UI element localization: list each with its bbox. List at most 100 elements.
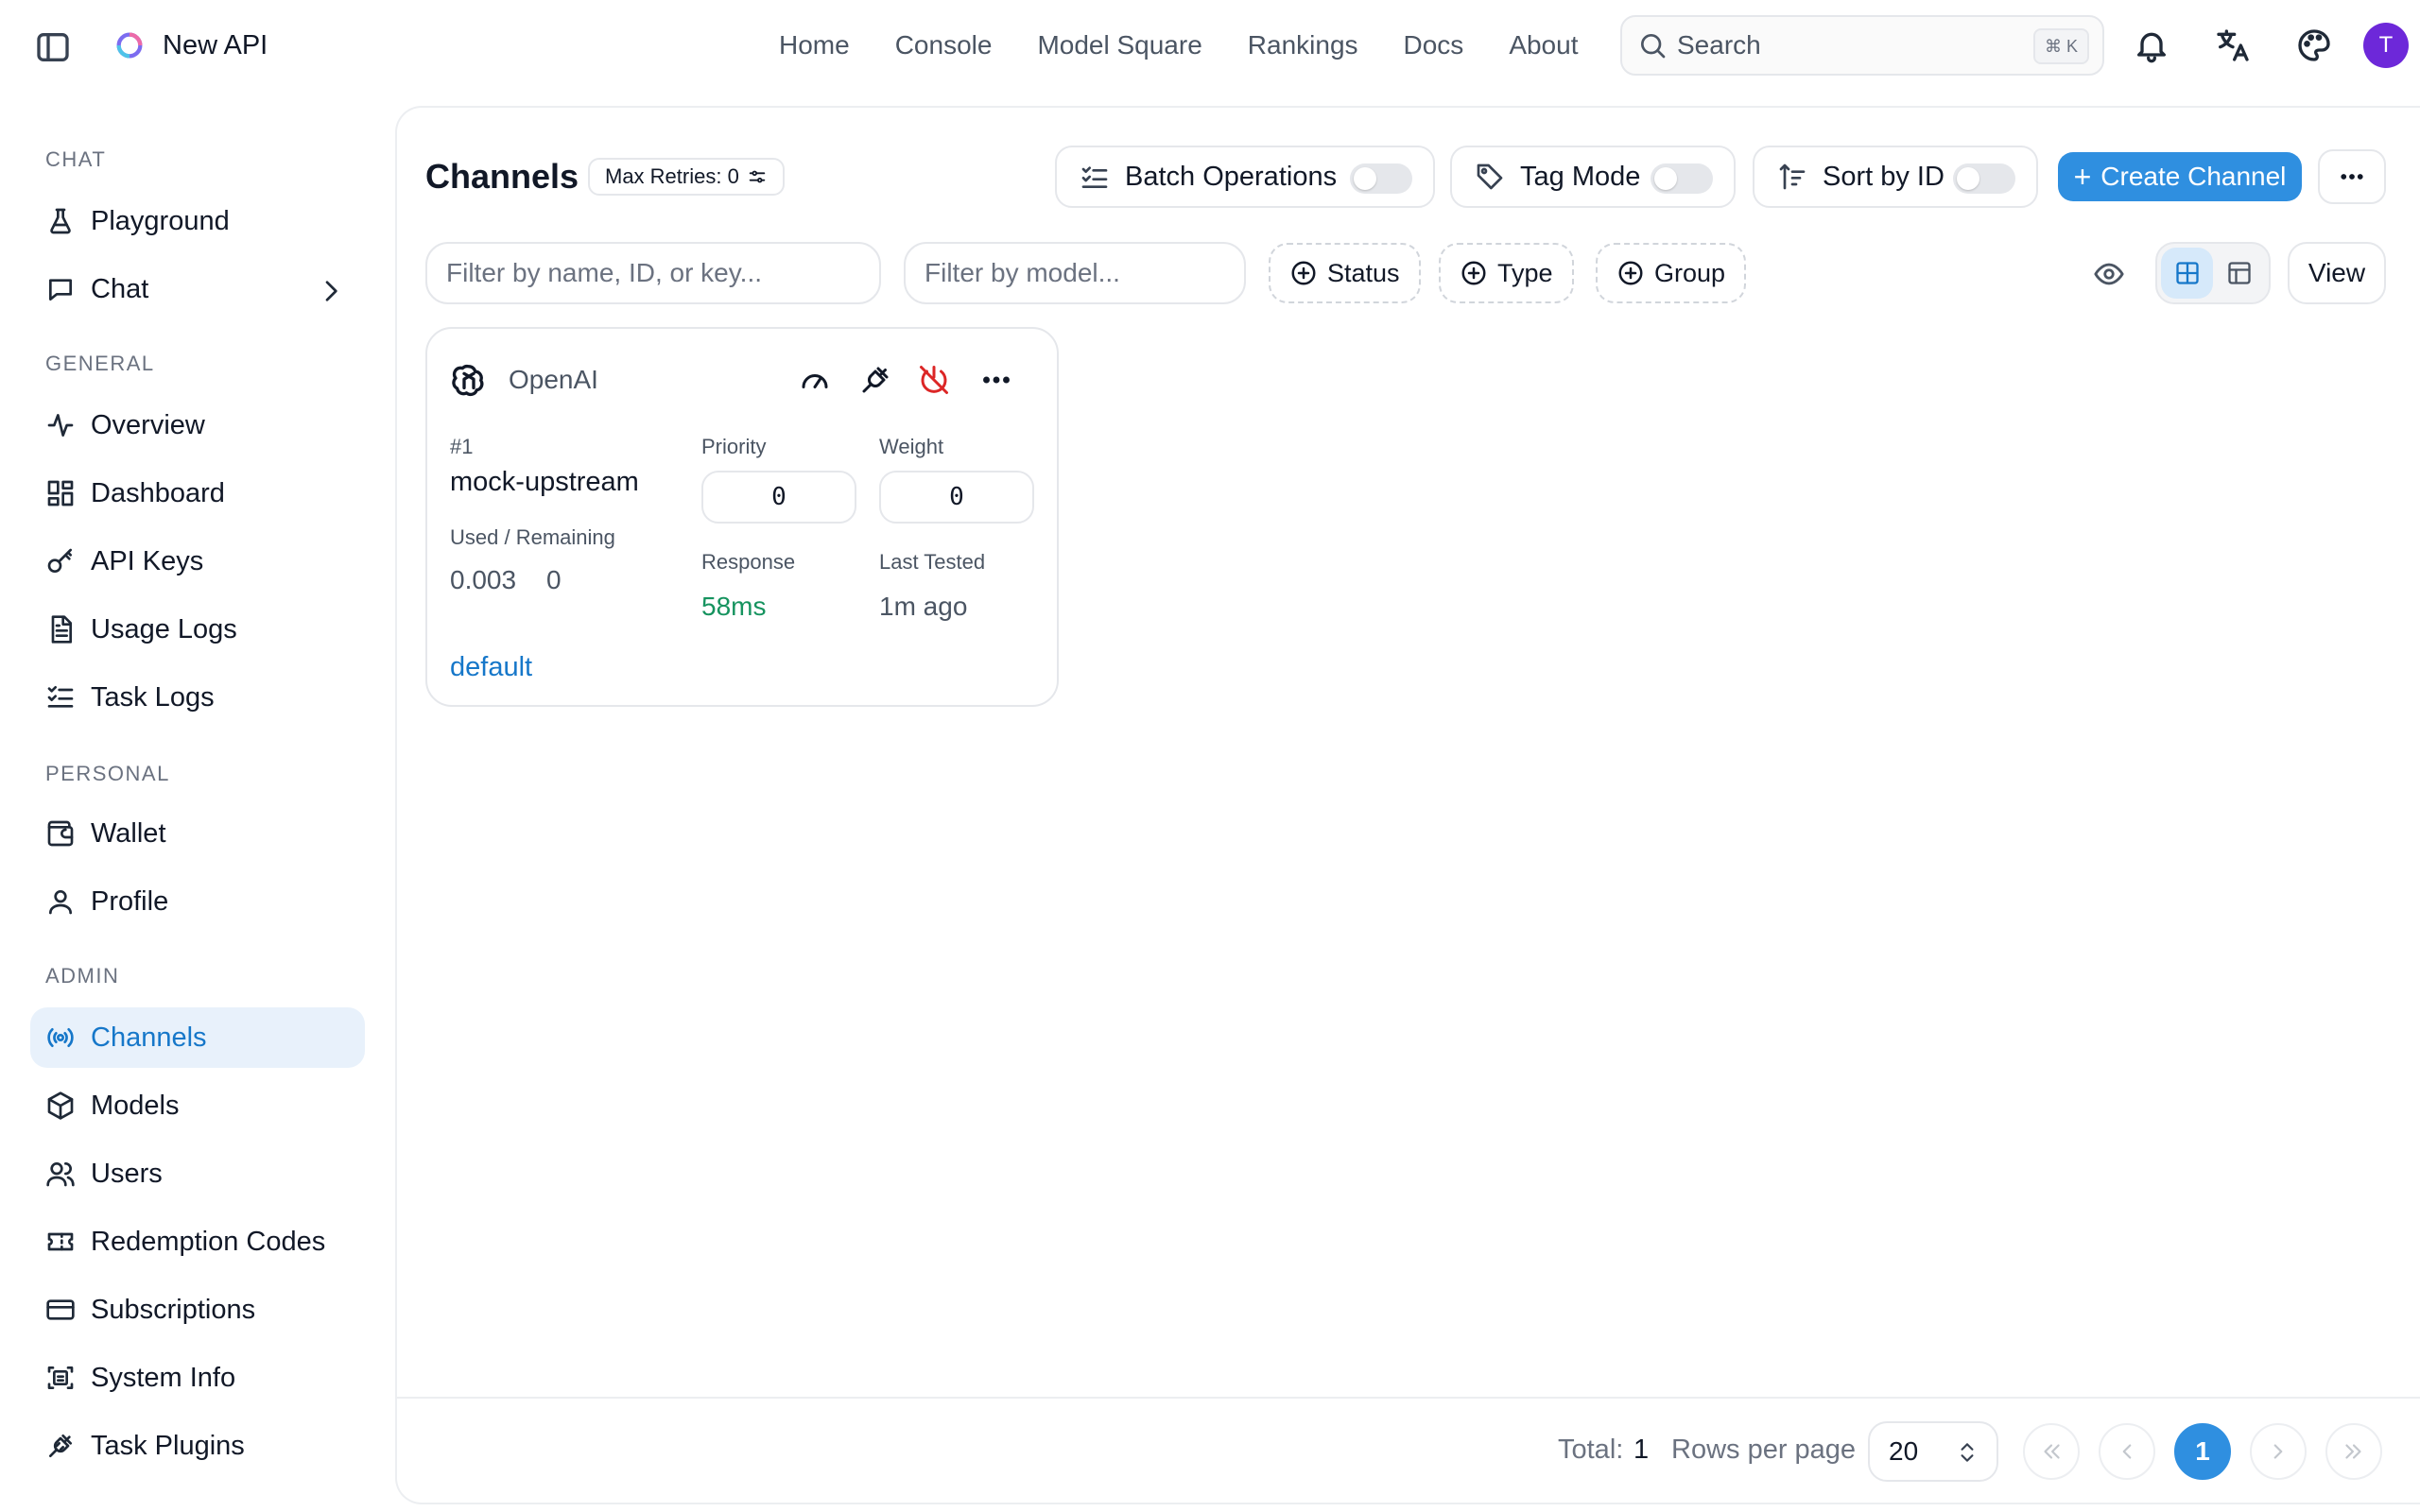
table-view-button[interactable]: [2213, 248, 2265, 299]
total-label: Total:: [1558, 1435, 1624, 1465]
search-box[interactable]: Search ⌘ K: [1620, 15, 2104, 76]
sidebar: CHAT Playground Chat GENERAL Overview Da…: [0, 91, 378, 1512]
sidebar-label-subscriptions: Subscriptions: [91, 1294, 256, 1325]
create-channel-button[interactable]: + Create Channel: [2058, 152, 2302, 201]
sidebar-item-models[interactable]: Models: [30, 1075, 365, 1136]
filter-model-input[interactable]: [904, 242, 1246, 304]
sidebar-label-channels: Channels: [91, 1022, 207, 1053]
max-retries-badge[interactable]: Max Retries: 0: [588, 158, 785, 196]
sidebar-item-users[interactable]: Users: [30, 1143, 365, 1204]
brand[interactable]: New API: [113, 26, 268, 64]
language-icon[interactable]: [2214, 26, 2252, 64]
search-shortcut: ⌘ K: [2032, 28, 2089, 64]
sidebar-item-task-logs[interactable]: Task Logs: [30, 667, 365, 728]
previous-page-button[interactable]: [2099, 1423, 2155, 1480]
priority-label: Priority: [701, 435, 767, 458]
footer-divider: [395, 1397, 2420, 1399]
sidebar-label-users: Users: [91, 1158, 163, 1189]
bell-icon[interactable]: [2133, 26, 2170, 64]
nav-rankings[interactable]: Rankings: [1248, 30, 1358, 60]
status-filter-label: Status: [1327, 258, 1400, 287]
sidebar-label-redemption-codes: Redemption Codes: [91, 1226, 326, 1257]
palette-icon[interactable]: [2295, 26, 2333, 64]
first-page-button[interactable]: [2023, 1423, 2080, 1480]
sidebar-toggle-icon[interactable]: [34, 28, 72, 66]
more-options-button[interactable]: [2318, 149, 2386, 204]
view-button[interactable]: View: [2288, 242, 2386, 304]
sidebar-item-overview[interactable]: Overview: [30, 395, 365, 455]
nav-docs[interactable]: Docs: [1404, 30, 1464, 60]
sidebar-item-redemption-codes[interactable]: Redemption Codes: [30, 1211, 365, 1272]
sidebar-item-channels[interactable]: Channels: [30, 1007, 365, 1068]
tag-icon: [1477, 163, 1503, 190]
channel-group-link[interactable]: default: [450, 652, 532, 683]
nav-model-square[interactable]: Model Square: [1037, 30, 1201, 60]
key-icon: [47, 548, 72, 573]
speed-test-icon[interactable]: [798, 363, 832, 397]
sidebar-label-models: Models: [91, 1090, 180, 1121]
eye-icon[interactable]: [2093, 258, 2125, 290]
chevron-right-icon[interactable]: [316, 276, 346, 306]
sort-by-id-label: Sort by ID: [1823, 161, 1945, 192]
avatar[interactable]: T: [2363, 23, 2409, 68]
tag-mode-option: Tag Mode: [1450, 146, 1736, 208]
tag-mode-label: Tag Mode: [1520, 161, 1641, 192]
sidebar-item-profile[interactable]: Profile: [30, 871, 365, 932]
chevrons-up-down-icon: [1961, 1443, 1974, 1462]
table-icon: [2227, 262, 2251, 284]
sidebar-item-wallet[interactable]: Wallet: [30, 803, 365, 864]
sidebar-item-api-keys[interactable]: API Keys: [30, 531, 365, 592]
plus-circle-icon: [1461, 261, 1486, 285]
sidebar-item-dashboard[interactable]: Dashboard: [30, 463, 365, 524]
status-filter-button[interactable]: Status: [1269, 243, 1421, 303]
sidebar-label-usage-logs: Usage Logs: [91, 613, 237, 644]
users-icon: [46, 1162, 75, 1187]
channel-card[interactable]: OpenAI #1 mock-upstream Used / Remaining…: [425, 327, 1059, 707]
page-button-current[interactable]: 1: [2174, 1423, 2231, 1480]
sidebar-label-overview: Overview: [91, 409, 205, 440]
group-filter-button[interactable]: Group: [1596, 243, 1747, 303]
type-filter-button[interactable]: Type: [1439, 243, 1574, 303]
sidebar-item-subscriptions[interactable]: Subscriptions: [30, 1280, 365, 1340]
sort-by-id-option: Sort by ID: [1753, 146, 2038, 208]
search-label: Search: [1677, 30, 1761, 60]
dashboard-icon: [47, 480, 74, 507]
user-icon: [49, 890, 72, 915]
remaining-value: 0: [546, 565, 562, 594]
sort-by-id-switch[interactable]: [1953, 163, 2015, 194]
grid-view-button[interactable]: [2161, 248, 2213, 299]
filter-name-input[interactable]: [425, 242, 881, 304]
power-off-icon[interactable]: [917, 363, 951, 397]
sidebar-label-task-logs: Task Logs: [91, 681, 215, 713]
batch-operations-switch[interactable]: [1350, 163, 1412, 194]
sidebar-label-system-info: System Info: [91, 1362, 236, 1393]
nav-console[interactable]: Console: [895, 30, 993, 60]
file-text-icon: [51, 615, 72, 644]
sidebar-item-chat[interactable]: Chat: [30, 259, 365, 319]
sidebar-label-task-plugins: Task Plugins: [91, 1430, 245, 1461]
sidebar-item-system-info[interactable]: System Info: [30, 1348, 365, 1408]
activity-icon: [47, 414, 74, 437]
top-nav: Home Console Model Square Rankings Docs …: [779, 25, 1623, 66]
more-horizontal-icon[interactable]: [979, 363, 1013, 397]
next-page-button[interactable]: [2250, 1423, 2307, 1480]
server-info-icon: [47, 1366, 74, 1389]
tag-mode-switch[interactable]: [1651, 163, 1713, 194]
weight-input[interactable]: [879, 471, 1034, 524]
sidebar-label-playground: Playground: [91, 205, 230, 236]
app-name: New API: [163, 29, 268, 60]
sidebar-item-task-plugins[interactable]: Task Plugins: [30, 1416, 365, 1476]
nav-about[interactable]: About: [1509, 30, 1578, 60]
plug-icon[interactable]: [858, 363, 892, 397]
plus-circle-icon: [1618, 261, 1643, 285]
sidebar-item-playground[interactable]: Playground: [30, 191, 365, 251]
nav-home[interactable]: Home: [779, 30, 850, 60]
rows-per-page-select[interactable]: 20: [1868, 1421, 1998, 1482]
priority-input[interactable]: [701, 471, 856, 524]
sidebar-item-usage-logs[interactable]: Usage Logs: [30, 599, 365, 660]
sidebar-label-api-keys: API Keys: [91, 545, 204, 576]
rows-per-page-label: Rows per page: [1671, 1435, 1857, 1465]
last-page-button[interactable]: [2325, 1423, 2382, 1480]
sidebar-section-admin: ADMIN: [45, 964, 120, 988]
last-tested-value: 1m ago: [879, 592, 968, 621]
